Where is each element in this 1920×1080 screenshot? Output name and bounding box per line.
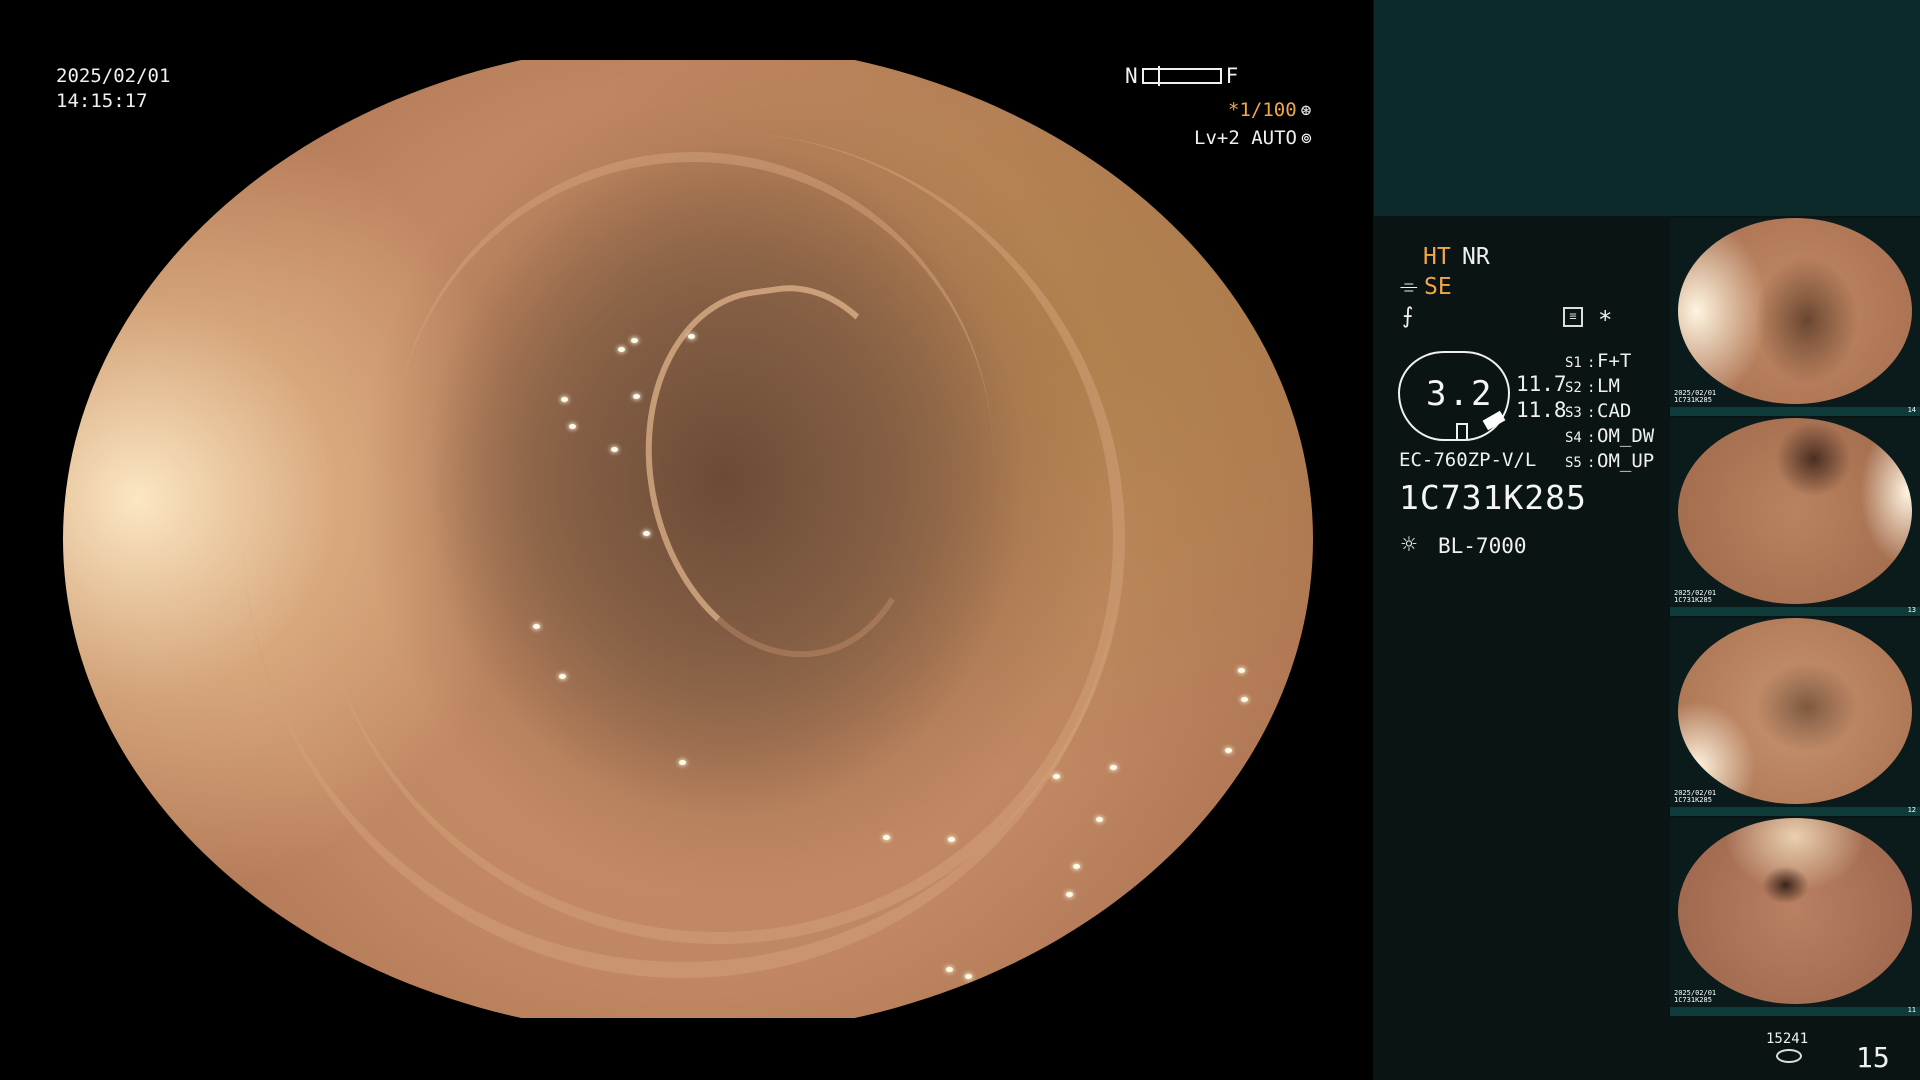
thumbnail-1[interactable]: 2025/02/01 1C731K285 14 (1670, 218, 1920, 416)
reflection-glint (559, 674, 566, 679)
reflection-glint (946, 967, 953, 972)
reflection-glint (643, 531, 650, 536)
preset-s2: S2: LM (1565, 375, 1620, 397)
scope-serial: 1C731K285 (1399, 478, 1587, 517)
iris-value: Lv+2 AUTO (1194, 127, 1297, 149)
reflection-glint (618, 347, 625, 352)
iris-setting: Lv+2 AUTO ⊚ (1194, 127, 1312, 149)
reflection-glint (1096, 817, 1103, 822)
reflection-glint (1241, 697, 1248, 702)
thumbnail-label: 2025/02/01 1C731K285 (1674, 389, 1717, 404)
mode-ht: HT (1423, 244, 1451, 270)
reflection-glint (688, 334, 695, 339)
thumbnail-number: 13 (1907, 606, 1916, 614)
preset-s4: S4: OM_DW (1565, 425, 1655, 447)
structure-enhance-icon: ⌯ (1400, 274, 1418, 299)
reflection-glint (1066, 892, 1073, 897)
preset-s5: S5: OM_UP (1565, 450, 1655, 472)
thumbnail-label: 2025/02/01 1C731K285 (1674, 789, 1717, 804)
thumbnail-number: 12 (1907, 806, 1916, 814)
reflection-glint (965, 974, 972, 979)
thumbnail-label: 2025/02/01 1C731K285 (1674, 989, 1717, 1004)
reflection-glint (1110, 765, 1117, 770)
thumbnail-3[interactable]: 2025/02/01 1C731K285 12 (1670, 618, 1920, 816)
thumbnail-bar (1670, 607, 1920, 616)
light-source-model: BL-7000 (1438, 534, 1527, 558)
capture-datetime: 2025/02/01 14:15:17 (56, 64, 170, 114)
thumbnail-image (1678, 818, 1912, 1004)
shutter-value: *1/100 (1228, 99, 1297, 121)
storage-disk-icon (1776, 1049, 1802, 1063)
light-source-icon: ☼ (1401, 530, 1417, 560)
endoscope-image (63, 60, 1313, 1018)
scale-notch-icon (1456, 423, 1468, 439)
near-far-focus-indicator: N F (1125, 64, 1238, 88)
thumbnail-4[interactable]: 2025/02/01 1C731K285 11 (1670, 818, 1920, 1016)
measure-value-b: 11.8 (1516, 398, 1567, 422)
preset-s3: S3: CAD (1565, 400, 1632, 422)
image-count: 15 (1856, 1041, 1890, 1074)
reflection-glint (948, 837, 955, 842)
thumbnail-label: 2025/02/01 1C731K285 (1674, 589, 1717, 604)
reflection-glint (569, 424, 576, 429)
measure-value-a: 11.7 (1516, 372, 1567, 396)
thumbnail-image (1678, 218, 1912, 404)
capture-date: 2025/02/01 (56, 65, 171, 87)
capture-time: 14:15:17 (56, 90, 148, 112)
thumbnail-image (1678, 618, 1912, 804)
thumbnail-bar (1670, 1007, 1920, 1016)
function-icon: ⨍ (1402, 304, 1414, 329)
reflection-glint (533, 624, 540, 629)
zoom-scale-value: 3.2 (1426, 374, 1494, 414)
reflection-glint (1238, 668, 1245, 673)
colon-lumen-view (63, 60, 1313, 1018)
scope-model: EC-760ZP-V/L (1399, 449, 1537, 471)
reflection-glint (561, 397, 568, 402)
mode-nr: NR (1462, 244, 1490, 270)
asterisk-icon: * (1598, 306, 1613, 334)
shutter-speed: *1/100 ⊛ (1228, 99, 1311, 121)
aperture-icon: ⊛ (1300, 99, 1312, 121)
reflection-glint (611, 447, 618, 452)
thumbnail-bar (1670, 407, 1920, 416)
menu-list-icon: ≡ (1563, 307, 1583, 327)
thumbnail-number: 14 (1907, 406, 1916, 414)
thumbnail-image (1678, 418, 1912, 604)
thumbnail-2[interactable]: 2025/02/01 1C731K285 13 (1670, 418, 1920, 616)
focus-bar (1141, 66, 1222, 86)
near-label: N (1125, 64, 1138, 88)
reflection-glint (1225, 748, 1232, 753)
reflection-glint (883, 835, 890, 840)
reflection-glint (1073, 864, 1080, 869)
storage-count: 15241 (1766, 1031, 1809, 1047)
switch-presets: S1: F+T S2: LM S3: CAD S4: OM_DW S5: OM_UP (1565, 350, 1654, 475)
thumbnail-number: 11 (1907, 1006, 1916, 1014)
reflection-glint (1053, 774, 1060, 779)
mode-se: SE (1424, 274, 1452, 300)
iris-auto-icon: ⊚ (1300, 127, 1312, 149)
far-label: F (1225, 64, 1239, 88)
reflection-glint (633, 394, 640, 399)
info-panel-header (1374, 0, 1920, 216)
reflection-glint (679, 760, 686, 765)
thumbnail-bar (1670, 807, 1920, 816)
reflection-glint (631, 338, 638, 343)
preset-s1: S1: F+T (1565, 350, 1632, 372)
